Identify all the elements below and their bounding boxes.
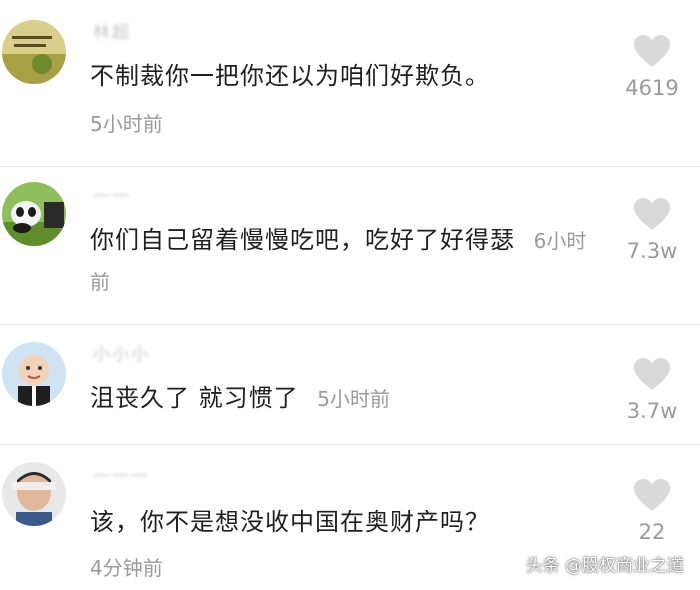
- divider: [0, 166, 700, 167]
- avatar[interactable]: [2, 20, 66, 84]
- comment-text: 该，你不是想没收中国在奥财产吗？: [90, 502, 590, 542]
- username[interactable]: 一一: [93, 182, 131, 207]
- heart-icon[interactable]: [633, 478, 671, 512]
- comment-text-content: 不制裁你一把你还以为咱们好欺负。: [90, 62, 490, 90]
- divider: [0, 324, 700, 325]
- comment-time: 4分钟前: [90, 556, 163, 580]
- like-button[interactable]: 22: [612, 478, 692, 544]
- avatar[interactable]: [2, 182, 66, 246]
- username[interactable]: 一一一: [93, 462, 150, 487]
- comment-text-content: 沮丧久了 就习惯了: [90, 384, 299, 412]
- watermark: 头条 @股权商业之道: [525, 556, 684, 576]
- comment-time: 5小时前: [90, 112, 163, 136]
- like-button[interactable]: 3.7w: [612, 357, 692, 423]
- avatar[interactable]: [2, 462, 66, 526]
- avatar[interactable]: [2, 342, 66, 406]
- heart-icon[interactable]: [633, 357, 671, 391]
- like-count: 3.7w: [626, 399, 678, 423]
- comment-text: 你们自己留着慢慢吃吧，吃好了好得瑟 6小时前: [90, 220, 595, 302]
- username[interactable]: 小小小: [93, 340, 150, 365]
- heart-icon[interactable]: [633, 197, 671, 231]
- like-count: 22: [638, 520, 666, 544]
- like-count: 7.3w: [626, 239, 678, 263]
- like-button[interactable]: 4619: [612, 34, 692, 100]
- like-button[interactable]: 7.3w: [612, 197, 692, 263]
- divider: [0, 444, 700, 445]
- comment-text-content: 该，你不是想没收中国在奥财产吗？: [90, 508, 490, 536]
- like-count: 4619: [625, 76, 679, 100]
- comment-time: 5小时前: [317, 387, 391, 411]
- username[interactable]: 林超: [93, 18, 131, 43]
- comment-text: 沮丧久了 就习惯了 5小时前: [90, 378, 590, 419]
- comment-text-content: 你们自己留着慢慢吃吧，吃好了好得瑟: [90, 226, 515, 254]
- comment-text: 不制裁你一把你还以为咱们好欺负。: [90, 56, 590, 96]
- heart-icon[interactable]: [633, 34, 671, 68]
